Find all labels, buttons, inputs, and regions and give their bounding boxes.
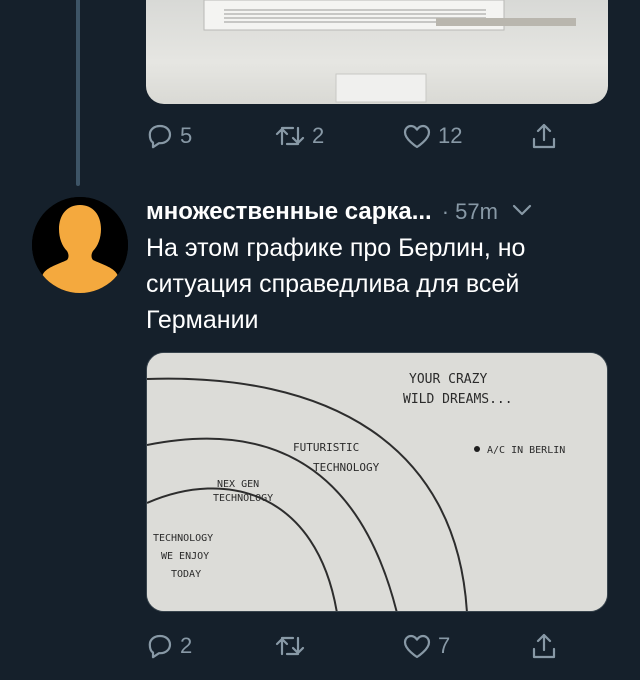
tweet-text-line: ситуация справедлива для всей <box>146 270 520 298</box>
label-dreams: YOUR CRAZY <box>409 372 487 387</box>
avatar-silhouette-icon <box>32 197 128 293</box>
reply-button[interactable]: 5 <box>146 122 274 150</box>
retweet-icon <box>274 122 306 150</box>
label-dreams: WILD DREAMS... <box>403 392 513 407</box>
like-icon <box>402 632 432 660</box>
data-point-marker <box>474 446 480 452</box>
share-button[interactable] <box>530 631 558 661</box>
reply-count: 2 <box>180 633 193 658</box>
like-button[interactable]: 12 <box>402 122 530 150</box>
thread-connector-line <box>76 0 80 186</box>
previous-tweet-actions: 5 2 12 <box>146 116 586 156</box>
label-futuristic: FUTURISTIC <box>293 441 359 454</box>
label-futuristic: TECHNOLOGY <box>313 461 380 474</box>
previous-tweet-image[interactable] <box>146 0 608 104</box>
tweet-text: На этом графике про Берлин, но ситуация … <box>146 230 616 338</box>
like-icon <box>402 122 432 150</box>
label-today: TECHNOLOGY <box>153 533 213 544</box>
label-today: TODAY <box>171 569 201 580</box>
retweet-icon <box>274 632 306 660</box>
tweet-timestamp[interactable]: · 57m <box>442 199 498 225</box>
retweet-button[interactable]: 2 <box>274 122 402 150</box>
avatar[interactable] <box>32 197 128 293</box>
tweet-actions: 2 7 <box>146 626 586 666</box>
label-nexgen: NEX GEN <box>217 479 259 490</box>
tweet-image[interactable]: YOUR CRAZY WILD DREAMS... FUTURISTIC TEC… <box>146 352 608 612</box>
reply-icon <box>146 122 174 150</box>
reply-count: 5 <box>180 123 193 148</box>
chevron-down-icon[interactable] <box>512 203 532 222</box>
label-today: WE ENJOY <box>161 551 209 562</box>
retweet-count: 2 <box>312 123 325 148</box>
tweet-text-line: Германии <box>146 306 259 334</box>
reply-icon <box>146 632 174 660</box>
share-icon <box>530 121 558 151</box>
share-icon <box>530 631 558 661</box>
label-point: A/C IN BERLIN <box>487 445 565 456</box>
author-name[interactable]: множественные сарка... <box>146 198 432 226</box>
tweet-header: множественные сарка... · 57m <box>146 194 616 230</box>
like-count: 12 <box>438 123 463 148</box>
retweet-button[interactable] <box>274 632 402 660</box>
label-nexgen: TECHNOLOGY <box>213 493 273 504</box>
tweet-text-line: На этом графике про Берлин, но <box>146 234 526 262</box>
like-button[interactable]: 7 <box>402 632 530 660</box>
like-count: 7 <box>438 633 451 658</box>
reply-button[interactable]: 2 <box>146 632 274 660</box>
share-button[interactable] <box>530 121 558 151</box>
